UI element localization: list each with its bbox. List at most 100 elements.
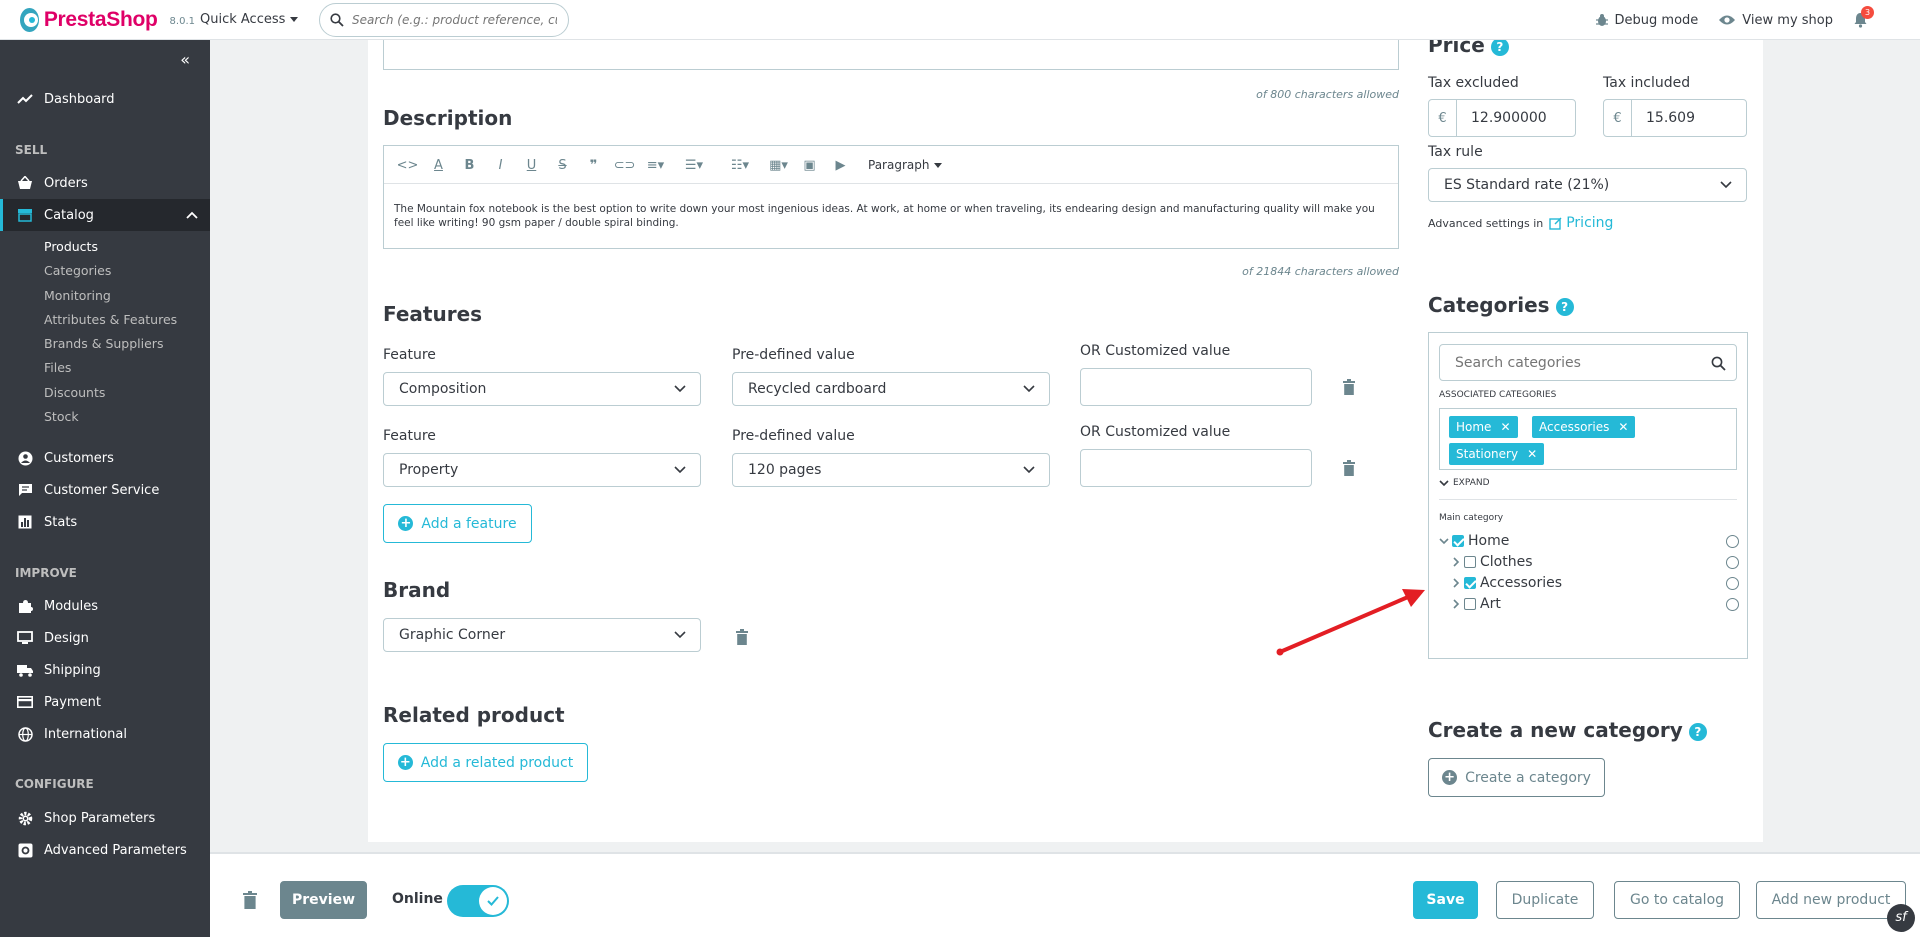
- description-text[interactable]: The Mountain fox notebook is the best op…: [394, 202, 1394, 230]
- sidebar-item-international[interactable]: International: [0, 718, 210, 750]
- pricing-link[interactable]: Pricing: [1566, 215, 1613, 231]
- predefined-value-select[interactable]: Recycled cardboard: [732, 372, 1050, 406]
- tree-row-home: Home: [1439, 532, 1739, 550]
- sidebar-sub-monitoring[interactable]: Monitoring: [44, 288, 111, 303]
- summary-editor[interactable]: [383, 38, 1399, 70]
- annotation-arrow-icon: [1276, 589, 1425, 656]
- globe-icon: [17, 726, 33, 742]
- trash-icon[interactable]: [1343, 379, 1355, 395]
- tax-excluded-input[interactable]: € 12.900000: [1428, 99, 1576, 137]
- sidebar-item-customer-service[interactable]: Customer Service: [0, 474, 210, 506]
- go-to-catalog-button[interactable]: Go to catalog: [1614, 881, 1740, 919]
- table-icon[interactable]: ▦▾: [763, 158, 794, 173]
- save-button[interactable]: Save: [1413, 881, 1478, 919]
- italic-icon[interactable]: I: [485, 158, 516, 173]
- custom-value-input[interactable]: [1080, 449, 1312, 487]
- global-search-input[interactable]: [352, 12, 557, 27]
- category-checkbox[interactable]: [1464, 577, 1476, 589]
- tax-included-input[interactable]: € 15.609: [1603, 99, 1747, 137]
- main-category-radio[interactable]: [1726, 534, 1739, 548]
- custom-value-label: OR Customized value: [1080, 343, 1231, 359]
- sidebar-item-design[interactable]: Design: [0, 622, 210, 654]
- expand-button[interactable]: EXPAND: [1439, 478, 1490, 488]
- logo[interactable]: PrestaShop 8.0.1: [20, 7, 195, 32]
- align-left-icon[interactable]: ≡▾: [640, 158, 671, 173]
- help-icon[interactable]: ?: [1688, 722, 1707, 741]
- predefined-value-select[interactable]: 120 pages: [732, 453, 1050, 487]
- close-icon[interactable]: ✕: [1500, 420, 1510, 434]
- view-shop-link[interactable]: View my shop: [1718, 13, 1833, 28]
- sidebar-sub-categories[interactable]: Categories: [44, 263, 111, 278]
- help-icon[interactable]: ?: [1555, 297, 1574, 316]
- bullet-list-icon[interactable]: ☰▾: [671, 158, 717, 173]
- online-toggle[interactable]: [447, 885, 509, 917]
- source-code-icon[interactable]: <>: [392, 158, 423, 173]
- tax-rule-select[interactable]: ES Standard rate (21%): [1428, 168, 1747, 202]
- brand-select[interactable]: Graphic Corner: [383, 618, 701, 652]
- sidebar-item-orders[interactable]: Orders: [0, 167, 210, 199]
- feature-select[interactable]: Composition: [383, 372, 701, 406]
- category-checkbox[interactable]: [1452, 535, 1464, 547]
- feature-select[interactable]: Property: [383, 453, 701, 487]
- close-icon[interactable]: ✕: [1618, 420, 1628, 434]
- description-editor[interactable]: <> A B I U S ❞ ⊂⊃ ≡▾ ☰▾ ☷▾ ▦▾ ▣ ▶ Paragr…: [383, 145, 1399, 249]
- collapse-sidebar-icon[interactable]: «: [180, 50, 190, 69]
- sidebar-sub-discounts[interactable]: Discounts: [44, 385, 105, 400]
- sidebar-item-shipping[interactable]: Shipping: [0, 654, 210, 686]
- add-feature-button[interactable]: + Add a feature: [383, 504, 532, 543]
- main-category-radio[interactable]: [1726, 555, 1739, 569]
- sidebar-sub-files[interactable]: Files: [44, 360, 71, 375]
- trash-icon[interactable]: [736, 629, 748, 645]
- numbered-list-icon[interactable]: ☷▾: [717, 158, 763, 173]
- main-category-radio[interactable]: [1726, 597, 1739, 611]
- quote-icon[interactable]: ❞: [578, 158, 609, 173]
- add-new-product-button[interactable]: Add new product: [1756, 881, 1906, 919]
- sidebar-item-advanced-parameters[interactable]: Advanced Parameters: [0, 834, 210, 866]
- notifications-button[interactable]: 3: [1853, 6, 1874, 28]
- format-dropdown[interactable]: Paragraph: [868, 158, 943, 172]
- media-icon[interactable]: ▶: [825, 158, 856, 173]
- sidebar-item-stats[interactable]: Stats: [0, 506, 210, 538]
- sidebar-item-payment[interactable]: Payment: [0, 686, 210, 718]
- bold-icon[interactable]: B: [454, 158, 485, 173]
- sidebar-item-shop-parameters[interactable]: Shop Parameters: [0, 802, 210, 834]
- sidebar-sub-brands[interactable]: Brands & Suppliers: [44, 336, 163, 351]
- sidebar-sub-stock[interactable]: Stock: [44, 409, 79, 424]
- global-search[interactable]: [319, 2, 569, 37]
- debug-mode-link[interactable]: Debug mode: [1595, 13, 1698, 28]
- chevron-down-icon[interactable]: [1439, 537, 1449, 545]
- trash-icon[interactable]: [243, 891, 257, 909]
- sidebar-sub-attributes[interactable]: Attributes & Features: [44, 312, 177, 327]
- close-icon[interactable]: ✕: [1527, 447, 1537, 461]
- duplicate-button[interactable]: Duplicate: [1496, 881, 1594, 919]
- image-icon[interactable]: ▣: [794, 158, 825, 173]
- search-categories-field[interactable]: [1439, 344, 1737, 381]
- underline-icon[interactable]: U: [516, 158, 547, 173]
- sidebar-item-label: Shop Parameters: [44, 810, 156, 826]
- sidebar-sub-products[interactable]: Products: [44, 239, 98, 254]
- sidebar-item-customers[interactable]: Customers: [0, 442, 210, 474]
- custom-value-input[interactable]: [1080, 368, 1312, 406]
- link-icon[interactable]: ⊂⊃: [609, 158, 640, 173]
- chevron-right-icon[interactable]: [1453, 599, 1460, 609]
- chevron-down-icon: [1720, 181, 1732, 189]
- search-categories-input[interactable]: [1455, 354, 1705, 371]
- symfony-toolbar-icon[interactable]: sf: [1887, 904, 1915, 932]
- add-related-product-button[interactable]: + Add a related product: [383, 743, 588, 782]
- trash-icon[interactable]: [1343, 460, 1355, 476]
- chevron-right-icon[interactable]: [1453, 557, 1460, 567]
- main-category-radio[interactable]: [1726, 576, 1739, 590]
- text-color-icon[interactable]: A: [423, 158, 454, 173]
- category-checkbox[interactable]: [1464, 556, 1476, 568]
- sidebar-item-dashboard[interactable]: Dashboard: [0, 83, 210, 115]
- preview-button[interactable]: Preview: [280, 881, 367, 919]
- sidebar-item-modules[interactable]: Modules: [0, 590, 210, 622]
- create-category-button[interactable]: + Create a category: [1428, 758, 1605, 797]
- strikethrough-icon[interactable]: S: [547, 158, 578, 173]
- help-icon[interactable]: ?: [1490, 37, 1509, 56]
- quick-access-dropdown[interactable]: Quick Access: [200, 12, 305, 27]
- chart-icon: [18, 515, 32, 529]
- category-checkbox[interactable]: [1464, 598, 1476, 610]
- sidebar-item-catalog[interactable]: Catalog: [0, 199, 210, 231]
- chevron-right-icon[interactable]: [1453, 578, 1460, 588]
